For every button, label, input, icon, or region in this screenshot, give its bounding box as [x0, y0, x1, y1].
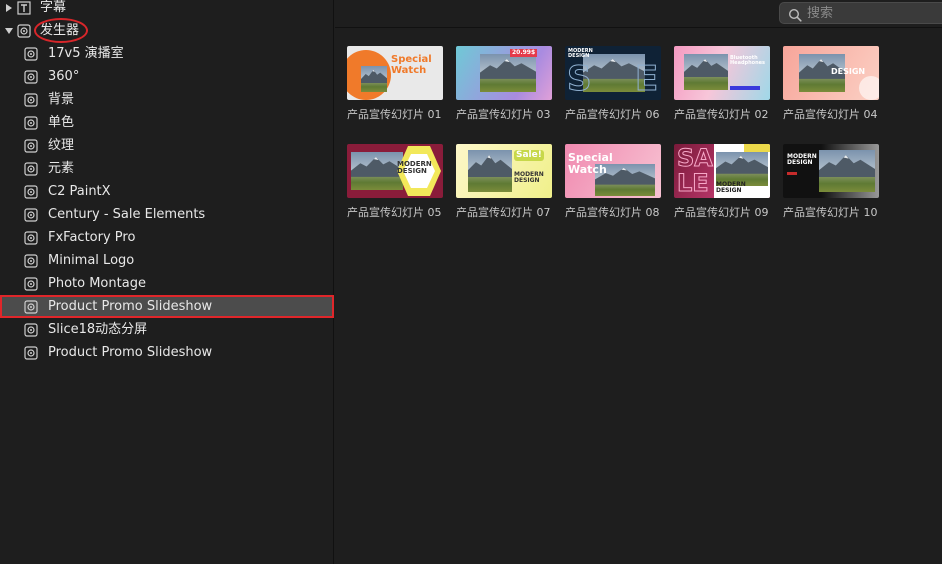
- generator-thumbnail[interactable]: SA LE MODERN DESIGN 产品宣传幻灯片 09: [674, 144, 770, 219]
- thumbnail-preview[interactable]: MODERN DESIGN: [783, 144, 879, 198]
- titles-icon: [17, 0, 31, 15]
- thumbnail-preview[interactable]: Special Watch: [347, 46, 443, 100]
- sidebar-category-label: 发生器: [40, 23, 80, 38]
- sidebar-item[interactable]: 纹理: [0, 134, 334, 157]
- sidebar-item-label: Minimal Logo: [48, 253, 135, 268]
- disclosure-right-icon[interactable]: [5, 4, 13, 12]
- sidebar-category-titles[interactable]: 字幕: [0, 0, 334, 19]
- thumbnail-preview[interactable]: SA LE MODERN DESIGN: [674, 144, 770, 198]
- sidebar-item[interactable]: Century - Sale Elements: [0, 203, 334, 226]
- sidebar-item-label: Product Promo Slideshow: [48, 299, 213, 314]
- thumbnail-caption: 产品宣传幻灯片 10: [783, 206, 878, 219]
- generator-thumbnail[interactable]: Bluetooth Headphones 产品宣传幻灯片 02: [674, 46, 770, 121]
- generator-thumbnail[interactable]: 20.99$ 产品宣传幻灯片 03: [456, 46, 552, 121]
- generator-thumbnail[interactable]: Sale! MODERN DESIGN 产品宣传幻灯片 07: [456, 144, 552, 219]
- sidebar-item[interactable]: Product Promo Slideshow: [0, 295, 334, 318]
- generator-icon: [24, 322, 38, 337]
- thumbnail-preview[interactable]: MODERN DESIGN S E: [565, 46, 661, 100]
- thumbnail-preview[interactable]: MODERN DESIGN: [347, 144, 443, 198]
- generator-thumbnail[interactable]: DESIGN 产品宣传幻灯片 04: [783, 46, 879, 121]
- generator-thumbnail[interactable]: MODERN DESIGN 产品宣传幻灯片 05: [347, 144, 443, 219]
- generator-icon: [24, 69, 38, 84]
- sidebar-item[interactable]: 背景: [0, 88, 334, 111]
- generator-icon: [24, 46, 38, 61]
- sidebar-category-generators[interactable]: 发生器: [0, 19, 334, 42]
- generator-sidebar: 字幕 发生器 17v5 演播室 360° 背景单色纹理元素 C2 PaintX Cent…: [0, 0, 334, 564]
- generator-thumbnail[interactable]: MODERN DESIGN 产品宣传幻灯片 10: [783, 144, 879, 219]
- sidebar-item[interactable]: FxFactory Pro: [0, 226, 334, 249]
- sidebar-item-label: C2 PaintX: [48, 184, 111, 199]
- thumbnail-caption: 产品宣传幻灯片 05: [347, 206, 442, 219]
- generator-icon: [24, 161, 38, 176]
- generator-thumbnail[interactable]: Special Watch 产品宣传幻灯片 01: [347, 46, 443, 121]
- search-icon: [788, 7, 802, 22]
- sidebar-item[interactable]: Product Promo Slideshow: [0, 341, 334, 364]
- sidebar-item[interactable]: 单色: [0, 111, 334, 134]
- generators-icon: [17, 23, 31, 38]
- sidebar-item-label: 元素: [48, 161, 75, 176]
- sidebar-item-label: Century - Sale Elements: [48, 207, 206, 222]
- generator-thumbnail[interactable]: Special Watch 产品宣传幻灯片 08: [565, 144, 661, 219]
- sidebar-item-label: Slice18动态分屏: [48, 322, 148, 337]
- thumbnail-caption: 产品宣传幻灯片 08: [565, 206, 660, 219]
- generator-icon: [24, 184, 38, 199]
- sidebar-item-label: 纹理: [48, 138, 75, 153]
- search-field[interactable]: [779, 2, 942, 24]
- sidebar-item[interactable]: 元素: [0, 157, 334, 180]
- generator-icon: [24, 230, 38, 245]
- sidebar-item[interactable]: Minimal Logo: [0, 249, 334, 272]
- sidebar-item-label: Photo Montage: [48, 276, 146, 291]
- thumbnail-caption: 产品宣传幻灯片 01: [347, 108, 442, 121]
- thumbnail-caption: 产品宣传幻灯片 09: [674, 206, 769, 219]
- sidebar-item[interactable]: Photo Montage: [0, 272, 334, 295]
- thumbnail-preview[interactable]: Bluetooth Headphones: [674, 46, 770, 100]
- generator-icon: [24, 253, 38, 268]
- sidebar-item[interactable]: 360°: [0, 65, 334, 88]
- thumbnail-caption: 产品宣传幻灯片 07: [456, 206, 551, 219]
- sidebar-item-label: 单色: [48, 115, 75, 130]
- sidebar-item[interactable]: C2 PaintX: [0, 180, 334, 203]
- thumbnail-preview[interactable]: 20.99$: [456, 46, 552, 100]
- thumbnail-caption: 产品宣传幻灯片 06: [565, 108, 660, 121]
- sidebar-item-label: FxFactory Pro: [48, 230, 136, 245]
- search-input[interactable]: [807, 5, 937, 22]
- generator-icon: [24, 299, 38, 314]
- sidebar-item[interactable]: Slice18动态分屏: [0, 318, 334, 341]
- sidebar-item-label: 背景: [48, 92, 75, 107]
- thumbnail-caption: 产品宣传幻灯片 04: [783, 108, 878, 121]
- generator-icon: [24, 345, 38, 360]
- thumbnail-preview[interactable]: Special Watch: [565, 144, 661, 198]
- thumbnail-preview[interactable]: DESIGN: [783, 46, 879, 100]
- disclosure-down-icon[interactable]: [5, 27, 13, 35]
- sidebar-item-label: Product Promo Slideshow: [48, 345, 213, 360]
- thumbnail-preview[interactable]: Sale! MODERN DESIGN: [456, 144, 552, 198]
- thumbnail-caption: 产品宣传幻灯片 03: [456, 108, 551, 121]
- generator-thumbnail[interactable]: MODERN DESIGN S E 产品宣传幻灯片 06: [565, 46, 661, 121]
- generator-icon: [24, 207, 38, 222]
- sidebar-item[interactable]: 17v5 演播室: [0, 42, 334, 65]
- sidebar-item-label: 17v5 演播室: [48, 46, 124, 61]
- sidebar-item-label: 360°: [48, 69, 80, 84]
- sidebar-category-label: 字幕: [40, 0, 67, 15]
- generator-icon: [24, 92, 38, 107]
- generator-icon: [24, 276, 38, 291]
- thumbnail-caption: 产品宣传幻灯片 02: [674, 108, 769, 121]
- generator-icon: [24, 115, 38, 130]
- generator-icon: [24, 138, 38, 153]
